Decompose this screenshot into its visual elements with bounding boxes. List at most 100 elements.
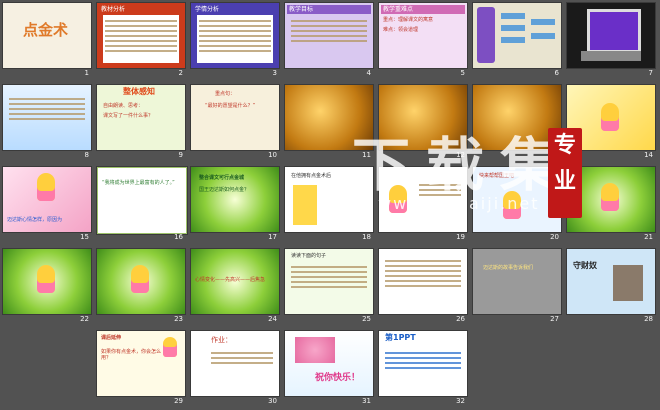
slide-6-preview — [473, 3, 561, 68]
slide-7-preview — [567, 3, 655, 68]
slide-32-brand: 第1PPT — [385, 333, 416, 342]
slide-thumbnail-6[interactable]: 6 — [473, 3, 561, 77]
slide-30-title: 作业： — [211, 336, 232, 344]
watermark-title: 下载集 — [352, 131, 575, 199]
slide-24-text: 心情变化——先高兴——后焦急 — [195, 277, 266, 283]
slide-thumbnail-23[interactable]: 23 — [97, 249, 185, 323]
text-block — [385, 349, 461, 372]
reading-task: 自由朗读、思考： — [103, 103, 144, 109]
slide-number: 6 — [554, 69, 559, 77]
slide-number: 26 — [456, 315, 465, 323]
key-sentence: “最好的愿望是什么？” — [205, 103, 256, 109]
slide-number: 3 — [272, 69, 277, 77]
slide-number: 29 — [174, 397, 183, 405]
slide-4-preview: 教学目标 — [285, 3, 373, 68]
slide-9-title: 整体感知 — [123, 87, 155, 96]
slide-29-question: 如果你有点金术，你会怎么用？ — [101, 349, 162, 361]
slide-thumbnail-16[interactable]: “我将成为世界上最富有的人了。” 16 — [97, 167, 187, 241]
slide-26-preview — [379, 249, 467, 314]
slide-1-preview: 点金术 — [3, 3, 91, 68]
slide-9-preview: 整体感知 自由朗读、思考： 课文写了一件什么事？ — [97, 85, 185, 150]
slide-thumbnail-8[interactable]: 8 — [3, 85, 91, 159]
slide-1-title: 点金术 — [23, 21, 69, 39]
slide-thumbnail-15[interactable]: 迈达斯心情怎样，原因为 15 — [3, 167, 91, 241]
slide-24-preview: 心情变化——先高兴——后焦急 — [191, 249, 279, 314]
slide-number: 27 — [550, 315, 559, 323]
slide-thumbnail-25[interactable]: 读读下面的句子 25 — [285, 249, 373, 323]
slide-number: 4 — [366, 69, 371, 77]
slide-thumbnail-5[interactable]: 教学重难点 重点：理解课文的寓意 难点：领会道理 5 — [379, 3, 467, 77]
text-block — [385, 257, 461, 290]
text-block — [197, 15, 273, 63]
slide-28-preview: 守财奴 — [567, 249, 655, 314]
slide-25-title: 读读下面的句子 — [291, 253, 327, 259]
slide-number: 8 — [84, 151, 89, 159]
slide-number: 22 — [80, 315, 89, 323]
slide-thumbnail-4[interactable]: 教学目标 4 — [285, 3, 373, 77]
slide-15-text: 迈达斯心情怎样，原因为 — [7, 217, 63, 223]
slide-25-preview: 读读下面的句子 — [285, 249, 373, 314]
slide-2-title: 教材分析 — [101, 6, 126, 13]
slide-16-quote: “我将成为世界上最富有的人了。” — [102, 180, 175, 186]
slide-thumbnail-1[interactable]: 点金术 1 — [3, 3, 91, 77]
text-block — [291, 17, 367, 45]
question-text: 课文写了一件什么事？ — [103, 113, 154, 119]
slide-30-preview: 作业： — [191, 331, 279, 396]
slide-18-title: 在他拥有点金术后 — [291, 173, 332, 179]
text-block — [103, 15, 179, 63]
slide-number: 25 — [362, 315, 371, 323]
slide-number: 24 — [268, 315, 277, 323]
slide-number: 15 — [80, 233, 89, 241]
slide-4-title: 教学目标 — [287, 5, 371, 14]
slide-thumbnail-2[interactable]: 教材分析 2 — [97, 3, 185, 77]
slide-thumbnail-7[interactable]: 7 — [567, 3, 655, 77]
slide-thumbnail-10[interactable]: 重点句： “最好的愿望是什么？” 10 — [191, 85, 279, 159]
slide-number: 28 — [644, 315, 653, 323]
slide-3-title: 学情分析 — [195, 6, 220, 13]
slide-number: 31 — [362, 397, 371, 405]
slide-thumbnail-27[interactable]: 迈达斯的故事告诉我们 27 — [473, 249, 561, 323]
slide-number: 17 — [268, 233, 277, 241]
slide-number: 32 — [456, 397, 465, 405]
slide-number: 9 — [178, 151, 183, 159]
slide-22-preview — [3, 249, 91, 314]
slide-number: 14 — [644, 151, 653, 159]
slide-17-question: 国王迈达斯如何点金？ — [199, 187, 250, 193]
slide-3-preview: 学情分析 — [191, 3, 279, 68]
slide-number: 5 — [460, 69, 465, 77]
slide-number: 16 — [174, 233, 183, 241]
slide-29-title: 课后延伸 — [101, 335, 122, 341]
slide-thumbnail-29[interactable]: 课后延伸 如果你有点金术，你会怎么用？ 29 — [97, 331, 185, 405]
slide-5-title: 教学重难点 — [381, 5, 465, 14]
slide-thumbnail-26[interactable]: 26 — [379, 249, 467, 323]
slide-thumbnail-17[interactable]: 整合课文可行点金城 国王迈达斯如何点金？ 17 — [191, 167, 279, 241]
slide-thumbnail-3[interactable]: 学情分析 3 — [191, 3, 279, 77]
slide-8-preview — [3, 85, 91, 150]
slide-number: 23 — [174, 315, 183, 323]
slide-27-text: 迈达斯的故事告诉我们 — [483, 265, 534, 271]
slide-number: 18 — [362, 233, 371, 241]
slide-number: 19 — [456, 233, 465, 241]
slide-thumbnail-32[interactable]: 第1PPT 32 — [379, 331, 467, 405]
watermark-domain: www.xiazaiji.net — [378, 194, 540, 213]
slide-thumbnail-9[interactable]: 整体感知 自由朗读、思考： 课文写了一件什么事？ 9 — [97, 85, 185, 159]
slide-thumbnail-22[interactable]: 22 — [3, 249, 91, 323]
slide-17-title: 整合课文可行点金城 — [199, 175, 245, 181]
slide-10-preview: 重点句： “最好的愿望是什么？” — [191, 85, 279, 150]
slide-number: 10 — [268, 151, 277, 159]
slide-32-preview: 第1PPT — [379, 331, 467, 396]
slide-number: 1 — [84, 69, 89, 77]
slide-thumbnail-28[interactable]: 守财奴 28 — [567, 249, 655, 323]
text-block — [211, 349, 273, 367]
slide-thumbnail-30[interactable]: 作业： 30 — [191, 331, 279, 405]
slide-thumbnail-24[interactable]: 心情变化——先高兴——后焦急 24 — [191, 249, 279, 323]
difficulty-text: 难点：领会道理 — [383, 27, 419, 33]
king-figure — [163, 337, 177, 357]
slide-number: 2 — [178, 69, 183, 77]
slide-thumbnail-31[interactable]: 祝你快乐！ 31 — [285, 331, 373, 405]
slide-2-preview: 教材分析 — [97, 3, 185, 68]
slide-16-preview: “我将成为世界上最富有的人了。” — [97, 167, 187, 234]
slide-29-preview: 课后延伸 如果你有点金术，你会怎么用？ — [97, 331, 185, 396]
slide-number: 21 — [644, 233, 653, 241]
watermark-badge: 专业 — [548, 128, 582, 218]
